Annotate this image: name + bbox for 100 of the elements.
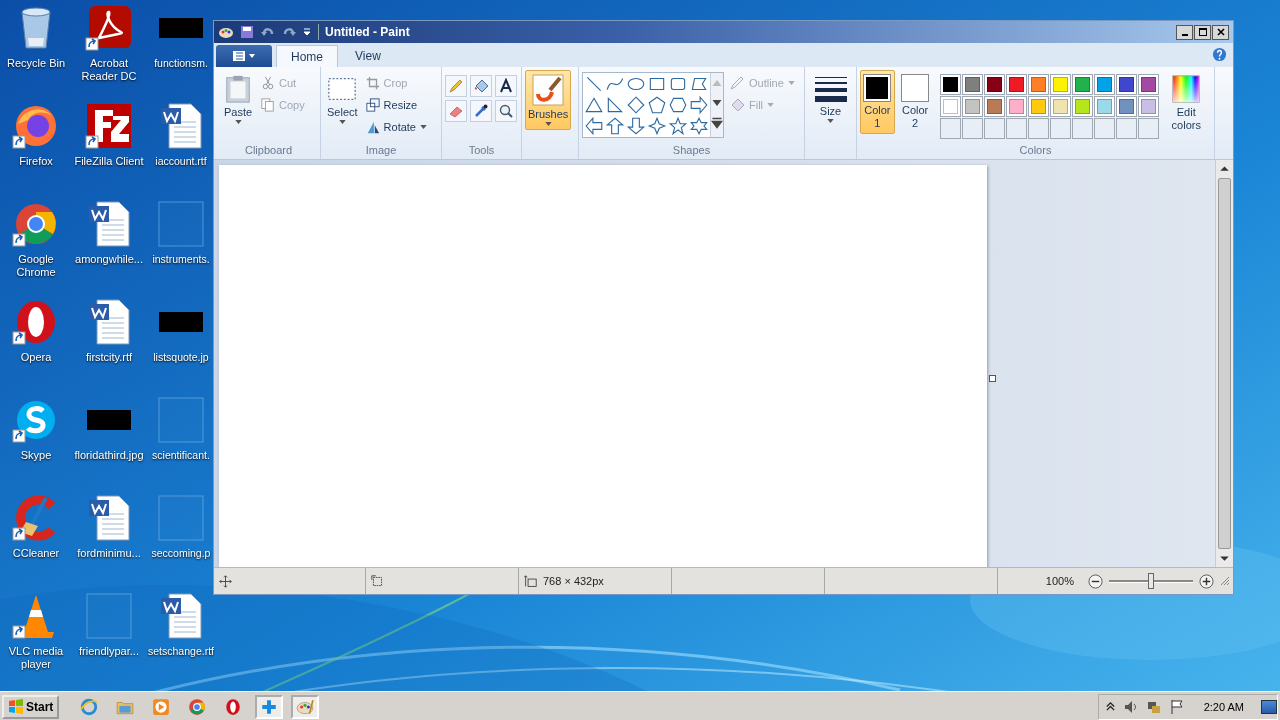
eraser-icon[interactable] — [445, 100, 467, 122]
magnifier-icon[interactable] — [495, 100, 517, 122]
zoom-level-text: 100% — [1045, 575, 1074, 587]
group-label: Colors — [1018, 143, 1053, 157]
image-size-text: 768 × 432px — [543, 575, 604, 587]
rotate-button[interactable]: Rotate — [363, 116, 429, 137]
desktop-icon-label[interactable]: fordminimu... — [77, 547, 141, 560]
letter-o-icon — [224, 697, 243, 716]
browser-icon — [188, 697, 207, 716]
desktop-icon-label[interactable]: CCleaner — [12, 547, 60, 560]
pentagon-icon[interactable] — [647, 95, 667, 115]
zoom-out-icon[interactable] — [1088, 573, 1103, 589]
resize-grip-icon[interactable] — [1220, 576, 1230, 586]
paint-bucket-icon — [729, 96, 745, 113]
maximize-button[interactable] — [1194, 24, 1211, 40]
selection-size-icon — [371, 574, 384, 588]
desktop-icon-label[interactable]: Opera — [20, 351, 52, 364]
resize-icon — [365, 97, 380, 112]
desktop-icon-label[interactable]: Firefox — [19, 155, 53, 168]
up-arrow-icon[interactable] — [605, 116, 625, 136]
star-icon[interactable] — [668, 116, 688, 136]
ribbon-tab[interactable]: Home — [276, 45, 338, 67]
desktop-icon-label[interactable]: VLC media player — [1, 645, 71, 671]
show-desktop-button[interactable] — [1261, 699, 1277, 714]
caret-icon — [420, 124, 427, 129]
move-icon — [219, 574, 232, 588]
paint-palette-icon — [296, 697, 315, 716]
color-slot-button[interactable]: Color 1 — [860, 70, 895, 134]
text-icon[interactable] — [495, 75, 517, 97]
flag-icon[interactable] — [1168, 698, 1185, 715]
scissors-icon — [261, 75, 275, 90]
paste-button[interactable]: Paste — [220, 70, 256, 128]
desktop-icon-label[interactable]: iaccount.rtf — [155, 155, 207, 168]
triangle-icon[interactable] — [584, 95, 604, 115]
rotate-icon — [365, 119, 380, 134]
taskbar-button[interactable] — [291, 694, 320, 719]
color-slot-button[interactable]: Color 2 — [897, 70, 933, 134]
ribbon-tab[interactable]: View — [340, 45, 396, 67]
pencil-icon — [729, 74, 745, 91]
zoom-in-icon[interactable] — [1199, 573, 1214, 589]
color-spectrum-icon — [1171, 74, 1202, 104]
desktop-icon-label[interactable]: amongwhile... — [75, 253, 143, 266]
menu-icon — [231, 50, 257, 62]
brushes-button[interactable]: Brushes — [525, 70, 572, 130]
desktop-icon-label[interactable]: instruments. — [152, 253, 210, 266]
close-button[interactable] — [1212, 24, 1229, 40]
group-label: Clipboard — [243, 143, 294, 157]
eyedropper-icon[interactable] — [470, 100, 492, 122]
hexagon-icon[interactable] — [668, 95, 688, 115]
left-arrow-icon[interactable] — [584, 116, 604, 136]
start-button[interactable]: Start — [2, 694, 60, 719]
line-icon[interactable] — [584, 74, 604, 94]
six-point-star-icon[interactable] — [689, 116, 709, 136]
caret-icon — [338, 120, 346, 124]
desktop-icon-label[interactable]: setschange.rtf — [148, 645, 214, 658]
desktop-icon-label[interactable]: FileZilla Client — [74, 155, 144, 168]
desktop-icon-label[interactable]: Skype — [20, 449, 52, 462]
browser-icon — [80, 697, 99, 716]
caret-icon — [767, 102, 775, 107]
desktop-icon-label[interactable]: firstcity.rtf — [85, 351, 133, 364]
edit-colors-button[interactable]: Edit colors — [1161, 70, 1211, 136]
desktop-icon-label[interactable]: scientificant. — [152, 449, 210, 462]
application-menu-button[interactable] — [216, 45, 272, 67]
slider-thumb[interactable] — [1148, 573, 1154, 589]
select-button[interactable]: Select — [324, 70, 361, 128]
diamond-icon[interactable] — [626, 95, 646, 115]
right-triangle-icon[interactable] — [605, 95, 625, 115]
copy-icon — [261, 97, 275, 112]
desktop-icon-label[interactable]: functionsm. — [154, 57, 208, 70]
close-icon — [1215, 27, 1226, 37]
desktop-icon-label[interactable]: Acrobat Reader DC — [74, 57, 144, 83]
minimize-button[interactable] — [1176, 24, 1193, 40]
right-arrow-icon[interactable] — [689, 95, 709, 115]
gallery-scroll-buttons[interactable] — [710, 73, 723, 137]
paint-bucket-icon[interactable] — [470, 75, 492, 97]
taskbar-button[interactable] — [255, 694, 284, 719]
four-point-star-icon[interactable] — [647, 116, 667, 136]
play-icon — [152, 697, 171, 716]
resize-button[interactable]: Resize — [363, 94, 429, 115]
save-icon[interactable] — [239, 24, 255, 40]
clock[interactable]: 2:20 AM — [1203, 700, 1244, 713]
desktop-icon-label[interactable]: listsquote.jp — [153, 351, 209, 364]
window-title: Untitled - Paint — [325, 25, 411, 39]
resize-handle[interactable] — [989, 375, 996, 382]
desktop-icon-label[interactable]: Google Chrome — [1, 253, 71, 279]
desktop-icon-label[interactable]: Recycle Bin — [6, 57, 66, 70]
down-arrow-icon[interactable] — [626, 116, 646, 136]
scrollbar-thumb[interactable] — [1218, 178, 1231, 549]
vertical-scrollbar[interactable] — [1215, 160, 1233, 567]
pencil-icon[interactable] — [445, 75, 467, 97]
maximize-icon — [1197, 27, 1208, 37]
caret-icon — [234, 120, 242, 124]
desktop-icon-label[interactable]: seccoming.p — [151, 547, 211, 560]
help-icon[interactable] — [1212, 47, 1227, 62]
chevron-up-icon[interactable] — [1104, 701, 1116, 712]
caret-icon[interactable] — [302, 27, 312, 37]
image-size-icon — [524, 574, 537, 588]
size-button[interactable]: Size — [811, 71, 850, 127]
desktop-icon-label[interactable]: floridathird.jpg — [74, 449, 144, 462]
desktop-icon-label[interactable]: friendlypar... — [79, 645, 139, 658]
